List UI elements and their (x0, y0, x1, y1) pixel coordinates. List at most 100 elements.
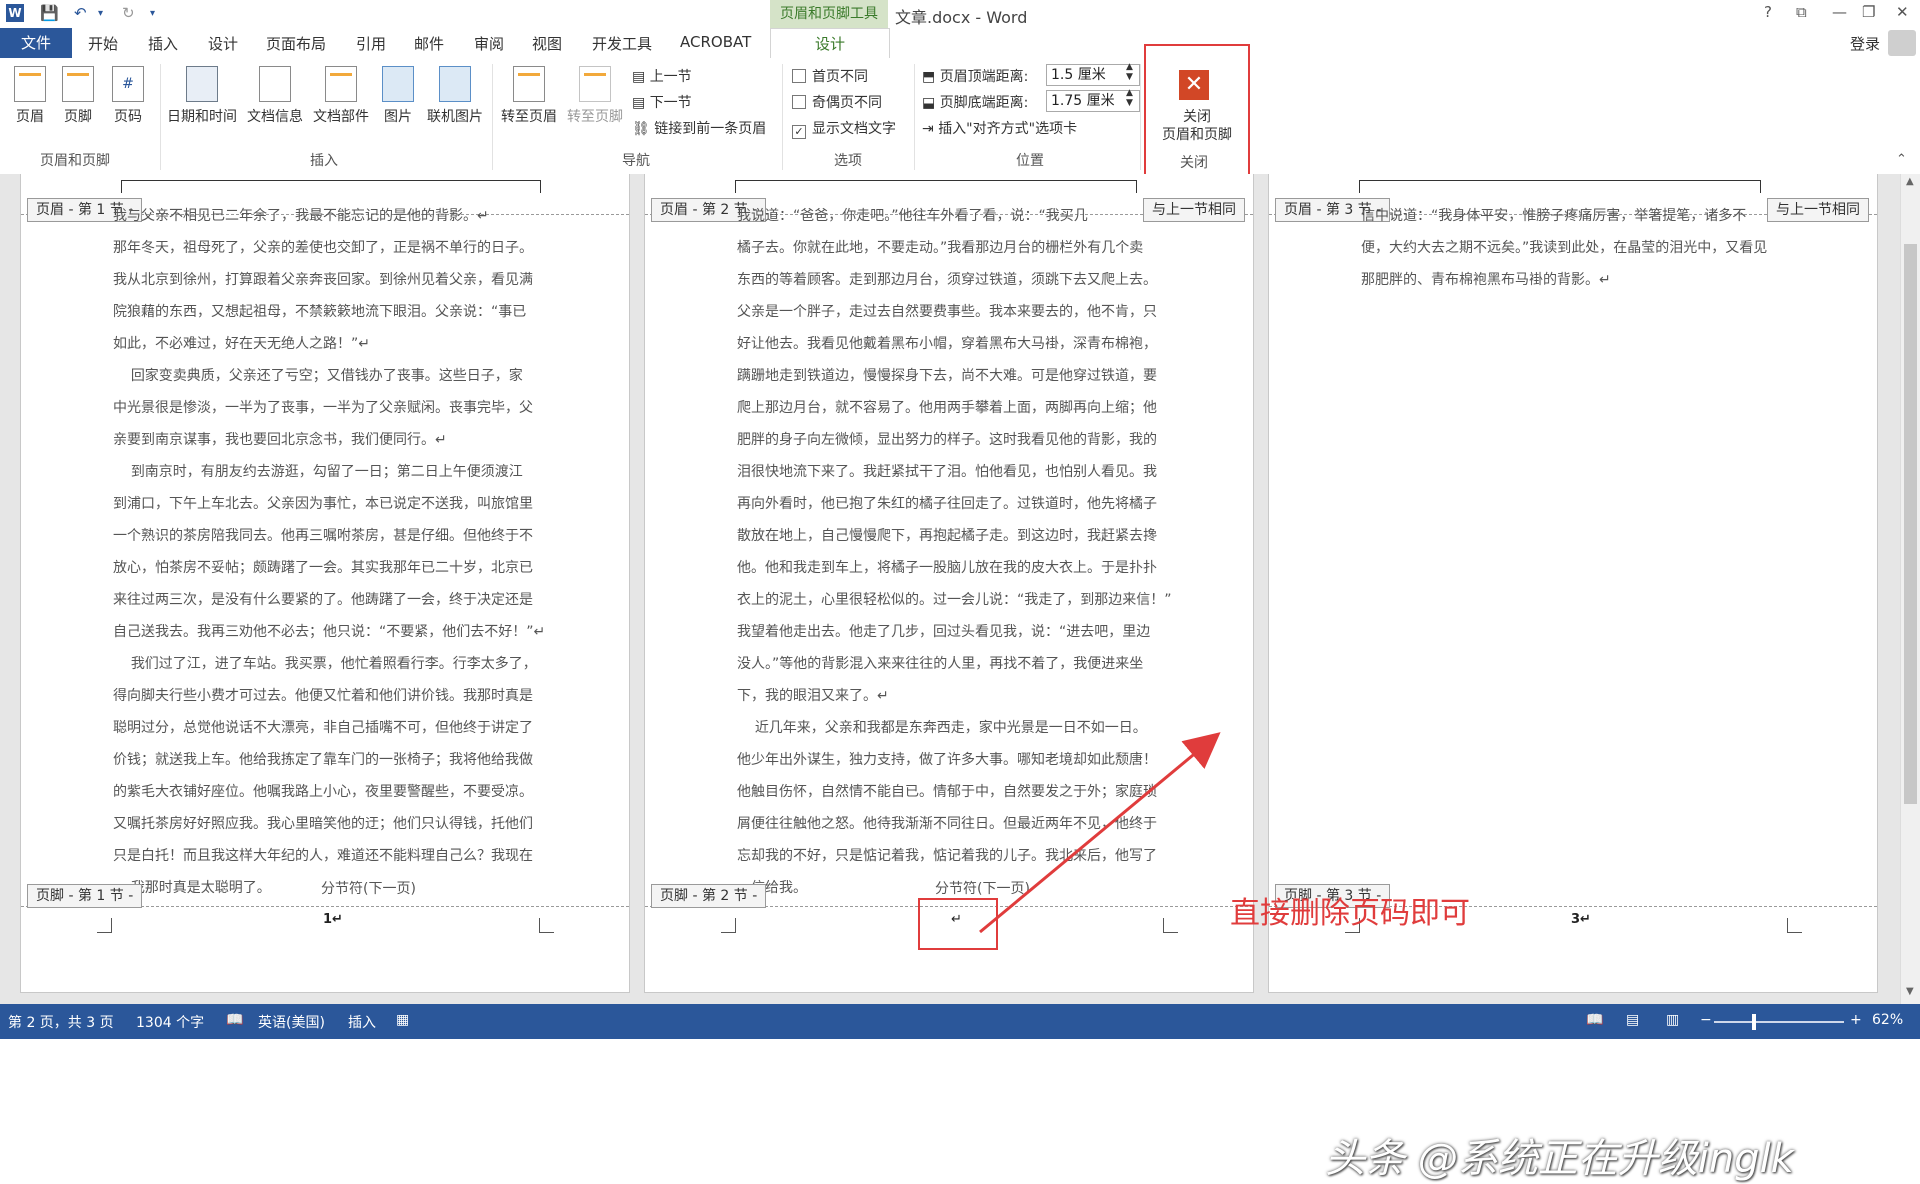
group-label-hf: 页眉和页脚 (40, 153, 110, 169)
title-bar: W 💾 ↶ ▾ ↻ ▾ 页眉和页脚工具 文章.docx - Word ? ⧉ —… (0, 0, 1920, 28)
page-3: 页眉 - 第 3 节 - 与上一节相同 信中说道：“我身体平安，惟膀子疼痛厉害，… (1268, 174, 1878, 993)
tab-hf-design[interactable]: 设计 (770, 28, 890, 60)
page-number-field[interactable]: 1↵ (323, 912, 343, 927)
zoom-in-icon[interactable]: + (1850, 1012, 1862, 1028)
docparts-button[interactable]: 文档部件 (310, 66, 372, 126)
zoom-out-icon[interactable]: − (1700, 1012, 1712, 1028)
macro-record-icon[interactable]: ▦ (396, 1012, 409, 1028)
proofing-icon[interactable]: 📖 (226, 1012, 243, 1028)
language[interactable]: 英语(美国) (258, 1012, 325, 1032)
group-label-close: 关闭 (1180, 155, 1208, 171)
online-picture-button[interactable]: 联机图片 (422, 66, 488, 126)
close-icon: ✕ (1179, 70, 1209, 100)
footer-tag: 页脚 - 第 1 节 - (27, 884, 143, 908)
zoom-level[interactable]: 62% (1872, 1012, 1903, 1028)
link-icon: ⛓ (632, 121, 650, 137)
diff-odd-even-checkbox[interactable]: 奇偶页不同 (792, 92, 882, 112)
docinfo-button[interactable]: 文档信息 (244, 66, 306, 126)
scroll-thumb[interactable] (1904, 244, 1917, 804)
header-spin-arrows-icon[interactable]: ▲ ▼ (1126, 62, 1133, 82)
show-doc-text-checkbox[interactable]: ✓ 显示文档文字 (792, 118, 896, 139)
page-number-field[interactable]: 3↵ (1571, 912, 1591, 927)
goto-footer-icon (579, 66, 611, 102)
checkbox-unchecked (792, 95, 806, 109)
header-position-icon: ⬒ (922, 69, 936, 85)
ribbon-display-button[interactable]: ⧉ (1796, 3, 1807, 21)
footer-button[interactable]: 页脚 (58, 66, 98, 126)
customize-qat-icon[interactable]: ▾ (150, 8, 155, 19)
document-parts-icon (325, 66, 357, 102)
undo-icon[interactable]: ↶ (74, 4, 87, 22)
prev-section-label: 上一节 (649, 69, 692, 85)
annotation-text: 直接删除页码即可 (1230, 896, 1470, 931)
section-break: 分节符(下一页) (321, 881, 416, 897)
picture-button[interactable]: 图片 (378, 66, 418, 126)
goto-header-button[interactable]: 转至页眉 (496, 66, 562, 126)
web-layout-icon[interactable]: ▥ (1666, 1012, 1679, 1028)
login-link[interactable]: 登录 (1850, 33, 1880, 54)
tab-file[interactable]: 文件 (0, 28, 72, 58)
page-body-text[interactable]: 信中说道：“我身体平安，惟膀子疼痛厉害，举箸提笔，诸多不 便，大约大去之期不远矣… (1361, 200, 1841, 296)
footer-spin-arrows-icon[interactable]: ▲ ▼ (1126, 88, 1133, 108)
prev-section-button[interactable]: ▤ 上一节 (632, 66, 692, 86)
close-window-button[interactable]: ✕ (1896, 3, 1909, 21)
header-icon (14, 66, 46, 102)
document-area: 页眉 - 第 1 节 - 我与父亲不相见已二年余了，我最不能忘记的是他的背影。↵… (0, 174, 1900, 1182)
link-previous-button[interactable]: ⛓ 链接到前一条页眉 (632, 118, 766, 138)
undo-dropdown-icon[interactable]: ▾ (98, 8, 103, 19)
tab-acrobat[interactable]: ACROBAT (680, 33, 751, 51)
maximize-button[interactable]: ❐ (1862, 3, 1875, 21)
diff-first-page-checkbox[interactable]: 首页不同 (792, 66, 868, 86)
vertical-scrollbar[interactable]: ▲ ▼ (1900, 174, 1920, 1004)
close-hf-label-line1: 关闭 (1183, 109, 1211, 125)
redo-icon[interactable]: ↻ (122, 4, 135, 22)
next-section-button[interactable]: ▤ 下一节 (632, 92, 692, 112)
tab-layout[interactable]: 页面布局 (266, 33, 326, 54)
goto-footer-button[interactable]: 转至页脚 (562, 66, 628, 126)
page-body-text[interactable]: 我与父亲不相见已二年余了，我最不能忘记的是他的背影。↵ 那年冬天，祖母死了，父亲… (113, 200, 593, 904)
insert-align-tab-button[interactable]: ⇥ 插入"对齐方式"选项卡 (922, 118, 1077, 138)
header-border (1359, 180, 1761, 193)
help-button[interactable]: ? (1764, 3, 1772, 21)
tab-review[interactable]: 审阅 (474, 33, 504, 54)
tab-view[interactable]: 视图 (532, 33, 562, 54)
status-bar: 第 2 页，共 3 页 1304 个字 📖 英语(美国) 插入 ▦ 📖 ▤ ▥ … (0, 1004, 1920, 1039)
document-info-icon (259, 66, 291, 102)
tab-design-doc[interactable]: 设计 (208, 33, 238, 54)
goto-header-label: 转至页眉 (501, 109, 557, 125)
ribbon-tabs: 文件 开始 插入 设计 页面布局 引用 邮件 审阅 视图 开发工具 ACROBA… (0, 28, 1920, 60)
tab-home[interactable]: 开始 (88, 33, 118, 54)
insert-align-tab-label: 插入"对齐方式"选项卡 (938, 121, 1078, 137)
footer-from-bottom-text: 页脚底端距离: (939, 95, 1029, 111)
datetime-button[interactable]: 日期和时间 (164, 66, 240, 126)
group-label-insert: 插入 (310, 153, 338, 169)
tab-developer[interactable]: 开发工具 (592, 33, 652, 54)
header-button[interactable]: 页眉 (10, 66, 50, 126)
window-title: 文章.docx - Word (895, 8, 1028, 27)
minimize-button[interactable]: — (1832, 3, 1847, 21)
next-section-label: 下一节 (649, 95, 692, 111)
scroll-up-icon[interactable]: ▲ (1906, 176, 1914, 187)
page-number-button[interactable]: # 页码 (108, 66, 148, 126)
avatar[interactable] (1888, 30, 1916, 56)
footer-button-label: 页脚 (64, 109, 92, 125)
insert-mode[interactable]: 插入 (348, 1012, 376, 1032)
checkbox-checked: ✓ (792, 125, 806, 139)
margin-corner (1787, 918, 1802, 933)
print-layout-icon[interactable]: ▤ (1626, 1012, 1639, 1028)
tab-mailings[interactable]: 邮件 (414, 33, 444, 54)
word-count[interactable]: 1304 个字 (136, 1012, 204, 1032)
align-tab-icon: ⇥ (922, 121, 934, 137)
diff-first-label: 首页不同 (812, 69, 868, 85)
checkbox-unchecked (792, 69, 806, 83)
zoom-slider-thumb[interactable] (1752, 1014, 1756, 1030)
tab-insert[interactable]: 插入 (148, 33, 178, 54)
zoom-slider[interactable] (1714, 1021, 1844, 1023)
save-icon[interactable]: 💾 (40, 4, 59, 22)
page-count[interactable]: 第 2 页，共 3 页 (8, 1012, 114, 1032)
read-mode-icon[interactable]: 📖 (1586, 1012, 1603, 1028)
collapse-ribbon-icon[interactable]: ⌃ (1896, 152, 1907, 167)
scroll-down-icon[interactable]: ▼ (1906, 986, 1914, 997)
tab-references[interactable]: 引用 (356, 33, 386, 54)
group-divider (1140, 64, 1141, 170)
